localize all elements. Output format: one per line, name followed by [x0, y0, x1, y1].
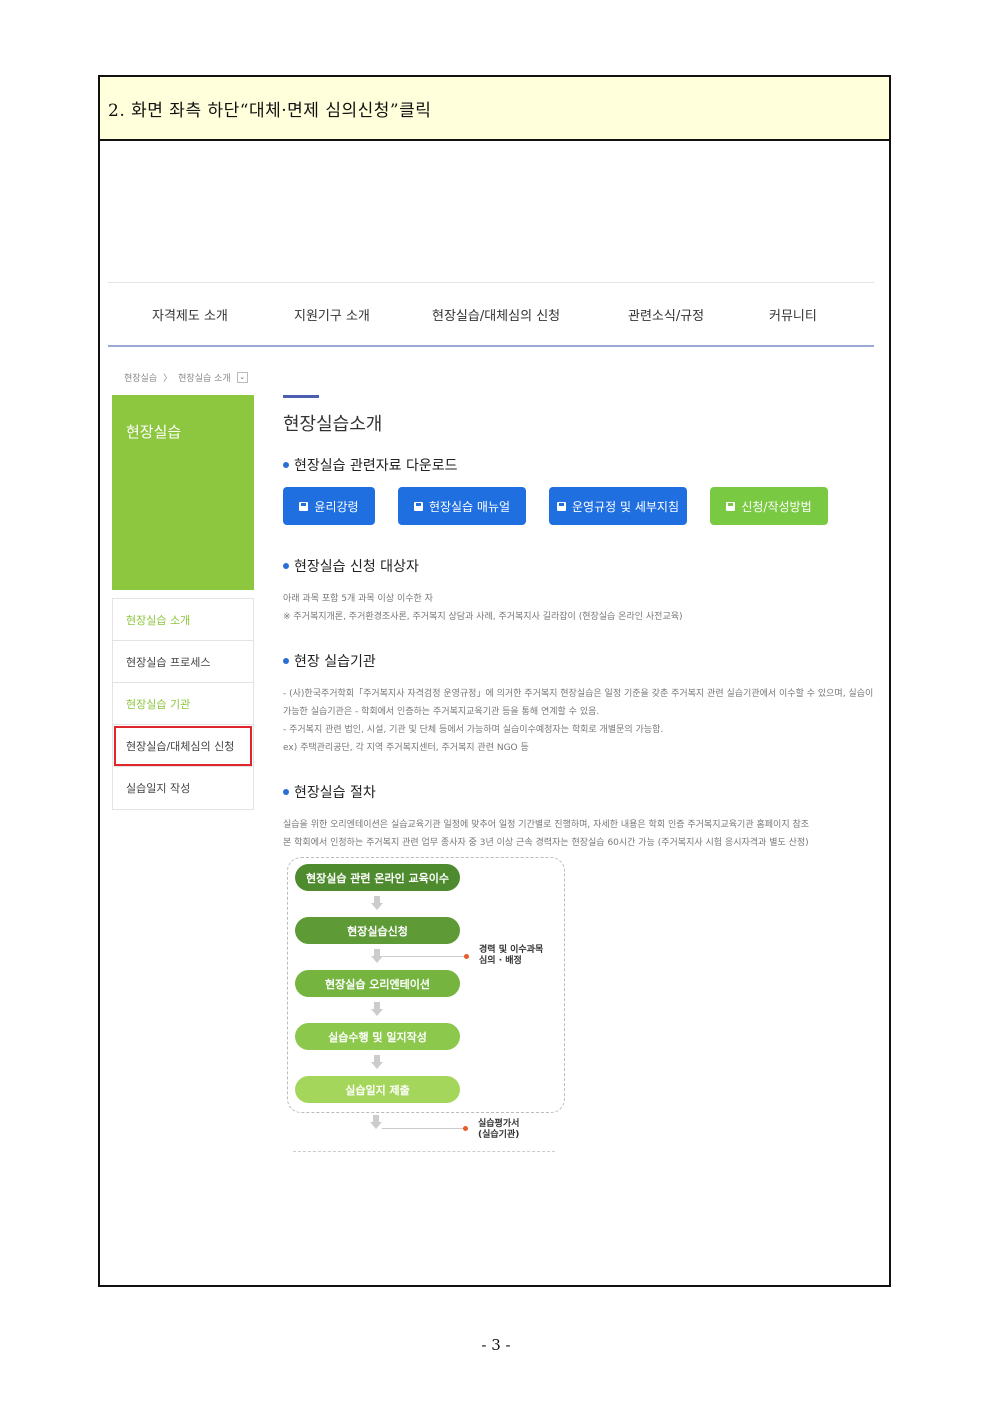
institution-line-3: - 주거복지 관련 법인, 시설, 기관 및 단체 등에서 가능하며 실습이수예… [283, 725, 664, 735]
floppy-icon [413, 501, 423, 511]
flow-step-4: 실습수행 및 일지작성 [295, 1023, 460, 1050]
nav-item-community[interactable]: 커뮤니티 [769, 305, 817, 324]
section-procedure-label: 현장실습 절차 [294, 785, 376, 801]
connector-line [382, 1128, 464, 1129]
download-manual-button[interactable]: 현장실습 매뉴얼 [398, 487, 526, 525]
download-guide-button[interactable]: 신청/작성방법 [710, 487, 828, 525]
target-line-1: 아래 과목 포함 5개 과목 이상 이수한 자 [283, 594, 433, 604]
document-frame: 2. 화면 좌측 하단“대체·면제 심의신청”클릭 자격제도 소개 지원기구 소… [98, 75, 891, 1287]
section-target-title: 현장실습 신청 대상자 [283, 556, 419, 576]
institution-line-4: ex) 주택관리공단, 각 지역 주거복지센터, 주거복지 관련 NGO 등 [283, 743, 529, 753]
nav-item-news[interactable]: 관련소식/규정 [628, 305, 704, 324]
flow-step-2: 현장실습신청 [295, 917, 460, 944]
section-target-label: 현장실습 신청 대상자 [294, 559, 419, 575]
institution-line-1: - (사)한국주거학회「주거복지사 자격검정 운영규정」에 의거한 주거복지 현… [283, 689, 874, 699]
step-instruction: 2. 화면 좌측 하단“대체·면제 심의신청”클릭 [100, 77, 889, 141]
flow-step-3: 현장실습 오리엔테이션 [295, 970, 460, 997]
down-arrow-icon [371, 949, 383, 963]
flow-note-1-line-2: 심의 · 배정 [479, 956, 522, 966]
top-nav: 자격제도 소개 지원기구 소개 현장실습/대체심의 신청 관련소식/규정 커뮤니… [108, 282, 874, 347]
institution-line-2: 가능한 실습기관은 - 학회에서 인증하는 주거복지교육기관 등을 통해 연계할… [283, 707, 600, 717]
target-line-2: ※ 주거복지개론, 주거환경조사론, 주거복지 상담과 사례, 주거복지사 길라… [283, 612, 683, 622]
section-download-label: 현장실습 관련자료 다운로드 [294, 458, 458, 474]
bullet-icon [283, 789, 289, 795]
flow-note-2-line-1: 실습평가서 [478, 1119, 520, 1129]
breadcrumb: 현장실습 〉 현장실습 소개 ⌄ [124, 371, 248, 384]
bullet-icon [283, 563, 289, 569]
breadcrumb-home[interactable]: 현장실습 [124, 371, 157, 384]
down-arrow-icon [371, 1055, 383, 1069]
down-arrow-icon [371, 896, 383, 910]
flowchart-continuation [293, 1151, 555, 1153]
chevron-down-icon[interactable]: ⌄ [236, 372, 248, 383]
breadcrumb-separator: 〉 [163, 374, 173, 384]
download-ethics-button[interactable]: 윤리강령 [283, 487, 375, 525]
connector-dot-icon [464, 954, 469, 959]
connector-line [383, 956, 465, 957]
sidebar-item-process[interactable]: 현장실습 프로세스 [113, 641, 253, 683]
nav-item-support[interactable]: 지원기구 소개 [294, 305, 370, 324]
nav-item-practicum[interactable]: 현장실습/대체심의 신청 [432, 305, 560, 324]
section-institution-label: 현장 실습기관 [294, 654, 376, 670]
section-institution-title: 현장 실습기관 [283, 651, 376, 671]
floppy-icon [557, 501, 566, 511]
sidebar-hero-title: 현장실습 [126, 423, 182, 441]
bullet-icon [283, 462, 289, 468]
section-download-title: 현장실습 관련자료 다운로드 [283, 455, 457, 475]
page-number: - 3 - [481, 1336, 511, 1354]
down-arrow-icon [370, 1115, 382, 1145]
page-title: 현장실습소개 [283, 414, 383, 435]
flow-step-1: 현장실습 관련 온라인 교육이수 [295, 864, 460, 891]
download-rules-label: 운영규정 및 세부지침 [572, 499, 679, 514]
sidebar-item-institution[interactable]: 현장실습 기관 [113, 683, 253, 725]
bullet-icon [283, 658, 289, 664]
download-guide-label: 신청/작성방법 [741, 499, 812, 514]
website-screenshot: 자격제도 소개 지원기구 소개 현장실습/대체심의 신청 관련소식/규정 커뮤니… [100, 141, 889, 1285]
nav-item-qualification[interactable]: 자격제도 소개 [152, 305, 228, 324]
flow-note-2: 실습평가서 (실습기관) [478, 1119, 519, 1141]
sidebar-item-intro[interactable]: 현장실습 소개 [113, 599, 253, 641]
flow-note-1-line-1: 경력 및 이수과목 [479, 945, 544, 955]
procedure-line-1: 실습을 위한 오리엔테이션은 실습교육기관 일정에 맞추어 일정 기간별로 진행… [283, 820, 810, 830]
flow-note-1: 경력 및 이수과목 심의 · 배정 [479, 945, 543, 967]
main-content: 현장실습소개 현장실습 관련자료 다운로드 윤리강령 현장실습 매뉴얼 운영규정… [283, 395, 883, 1152]
down-arrow-icon [371, 1002, 383, 1016]
floppy-icon [299, 501, 309, 511]
sidebar-hero: 현장실습 [112, 395, 254, 590]
procedure-line-2: 본 학회에서 인정하는 주거복지 관련 업무 종사자 중 3년 이상 근속 경력… [283, 838, 809, 848]
title-accent-bar [283, 395, 319, 398]
section-procedure-title: 현장실습 절차 [283, 782, 376, 802]
breadcrumb-current[interactable]: 현장실습 소개 [178, 371, 231, 384]
download-manual-label: 현장실습 매뉴얼 [428, 499, 511, 514]
procedure-flowchart: 현장실습 관련 온라인 교육이수 현장실습신청 현장실습 오리엔테이션 실습수행… [287, 857, 565, 1113]
flow-step-5: 실습일지 제출 [295, 1076, 460, 1103]
sidebar-item-journal[interactable]: 실습일지 작성 [113, 767, 253, 809]
connector-dot-icon [463, 1126, 468, 1131]
sidebar-item-apply[interactable]: 현장실습/대체심의 신청 [113, 725, 253, 767]
download-ethics-label: 윤리강령 [314, 499, 359, 514]
floppy-icon [726, 501, 736, 511]
sidebar-menu: 현장실습 소개 현장실습 프로세스 현장실습 기관 현장실습/대체심의 신청 실… [112, 598, 254, 810]
flow-note-2-line-2: (실습기관) [478, 1130, 520, 1140]
download-rules-button[interactable]: 운영규정 및 세부지침 [549, 487, 687, 525]
